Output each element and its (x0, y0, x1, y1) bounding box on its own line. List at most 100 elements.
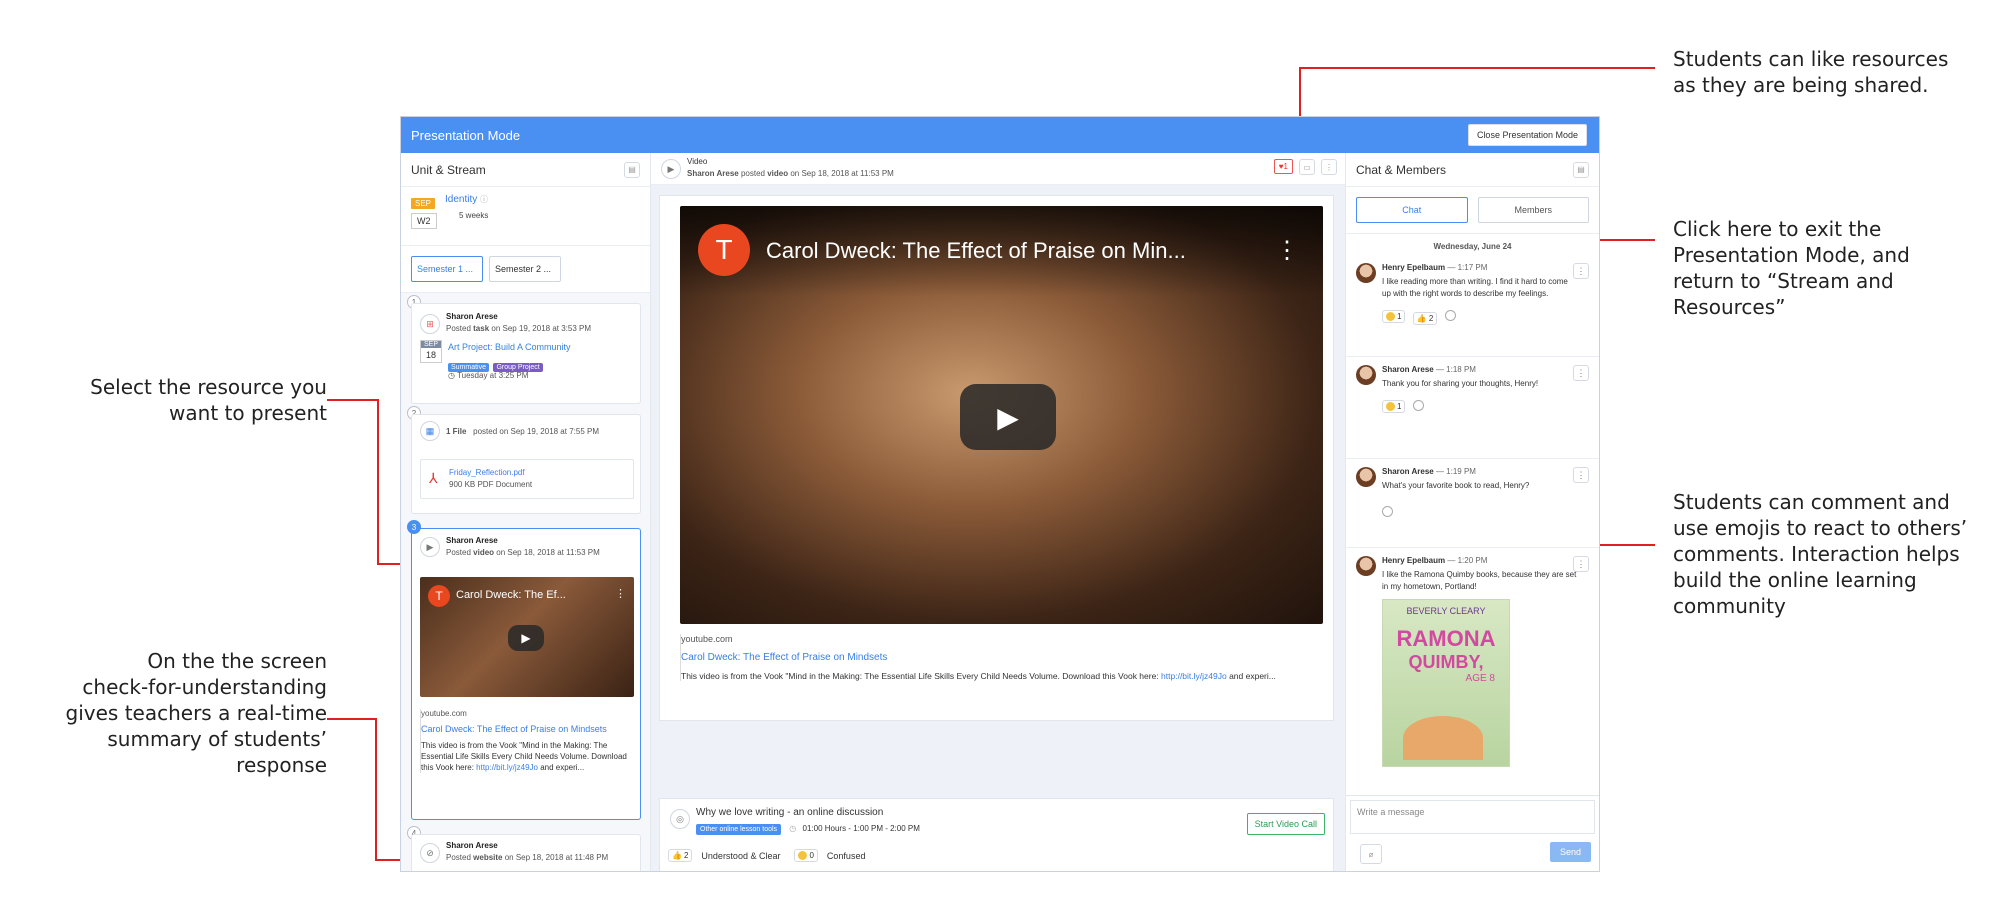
channel-avatar: T (428, 585, 450, 607)
item-number-selected: 3 (407, 520, 421, 534)
thumb-title: Carol Dweck: The Ef... (456, 589, 566, 601)
add-reaction-icon[interactable] (1444, 310, 1456, 321)
book-cover-image: BEVERLY CLEARY RAMONA QUIMBY, AGE 8 (1382, 599, 1510, 767)
start-video-call-button[interactable]: Start Video Call (1246, 813, 1325, 835)
play-icon[interactable]: ▶ (508, 625, 544, 651)
video-link[interactable]: Carol Dweck: The Effect of Praise on Min… (421, 724, 634, 735)
tab-chat[interactable]: Chat (1356, 197, 1468, 223)
message-input[interactable]: Write a message (1350, 800, 1595, 834)
understood-label: Understood & Clear (701, 850, 781, 861)
chat-message: Sharon Arese — 1:19 PM What's your favor… (1346, 459, 1599, 548)
add-reaction-icon[interactable] (1412, 400, 1424, 411)
page-title: Presentation Mode (411, 127, 521, 143)
annotation-select: Select the resource you want to present (90, 375, 327, 425)
post-meta: Posted video on Sep 18, 2018 at 11:53 PM (446, 548, 600, 557)
file-attachment[interactable]: ⅄ Friday_Reflection.pdf 900 KB PDF Docum… (420, 459, 634, 499)
close-presentation-button[interactable]: Close Presentation Mode (1467, 124, 1587, 146)
chat-message: Sharon Arese — 1:18 PM Thank you for sha… (1346, 357, 1599, 459)
like-button[interactable]: ♥1 (1273, 159, 1293, 174)
discussion-card: ◎ Why we love writing - an online discus… (659, 798, 1334, 871)
due-date-badge: SEP 18 (420, 340, 442, 363)
task-title-link[interactable]: Art Project: Build A Community (448, 342, 571, 352)
pdf-icon: ⅄ (429, 470, 438, 486)
video-description: This video is from the Vook "Mind in the… (681, 671, 1276, 681)
semester-tabs: Semester 1 ... Semester 2 ... (401, 245, 650, 293)
send-button[interactable]: Send (1549, 842, 1591, 862)
confused-label: Confused (826, 850, 866, 861)
stream-item-website[interactable]: ⊘ Sharon Arese Posted website on Sep 18,… (411, 834, 641, 871)
message-menu-icon[interactable]: ⋮ (1573, 365, 1589, 381)
kebab-icon: ⋮ (615, 588, 626, 600)
kebab-icon[interactable]: ⋮ (1275, 236, 1299, 265)
avatar (1356, 365, 1376, 385)
resource-header: ▶ Video Sharon Arese posted video on Sep… (651, 153, 1345, 185)
task-due: ◷ Tuesday at 3:25 PM (448, 371, 529, 380)
chat-message: Henry Epelbaum — 1:20 PM I like the Ramo… (1346, 548, 1599, 788)
video-description: This video is from the Vook "Mind in the… (421, 741, 627, 772)
message-menu-icon[interactable]: ⋮ (1573, 263, 1589, 279)
avatar (1356, 263, 1376, 283)
post-meta: Sharon Arese posted video on Sep 18, 201… (687, 169, 894, 178)
video-icon: ▶ (420, 537, 440, 557)
author-name: Sharon Arese (446, 312, 498, 321)
file-icon: ▦ (420, 421, 440, 441)
annotation-comment: Students can comment and use emojis to re… (1673, 490, 1968, 618)
stream-item-task[interactable]: ⊞ Sharon Arese Posted task on Sep 19, 20… (411, 303, 641, 404)
video-source: youtube.com (681, 634, 733, 644)
message-menu-icon[interactable]: ⋮ (1573, 467, 1589, 483)
video-link[interactable]: Carol Dweck: The Effect of Praise on Min… (681, 652, 1320, 663)
chat-date: Wednesday, June 24 (1433, 242, 1512, 251)
video-icon: ▶ (661, 159, 681, 179)
reaction-emoji[interactable]: 1 (1382, 400, 1406, 413)
file-name-link[interactable]: Friday_Reflection.pdf (449, 468, 525, 477)
author-name: Sharon Arese (446, 536, 498, 545)
chat-message: Henry Epelbaum — 1:17 PM I like reading … (1346, 255, 1599, 357)
top-bar: Presentation Mode Close Presentation Mod… (401, 117, 1599, 153)
presentation-panel: ▶ Video Sharon Arese posted video on Sep… (651, 153, 1346, 871)
video-source: youtube.com (421, 709, 467, 718)
stream-item-video-selected[interactable]: ▶ Sharon Arese Posted video on Sep 18, 2… (411, 528, 641, 820)
info-icon: ⓘ (480, 195, 489, 204)
post-meta: Posted task on Sep 19, 2018 at 3:53 PM (446, 324, 592, 333)
discussion-meta: Other online lesson tools ◷ 01:00 Hours … (696, 824, 920, 835)
play-icon[interactable]: ▶ (960, 384, 1056, 450)
compose-area: Write a message ⌀ Send (1346, 795, 1599, 871)
channel-avatar: T (698, 224, 750, 276)
post-meta: Posted website on Sep 18, 2018 at 11:48 … (446, 853, 609, 862)
unit-info: SEP W2 Identity ⓘ 5 weeks (401, 187, 650, 245)
reaction-thumbs[interactable]: 👍 2 (1412, 312, 1438, 325)
tab-semester-1[interactable]: Semester 1 ... (411, 256, 483, 282)
annotation-likes: Students can like resources as they are b… (1673, 47, 1949, 97)
thumbs-up-icon: 👍 (672, 851, 682, 860)
unit-name-link[interactable]: Identity (445, 194, 477, 205)
collapse-icon[interactable]: ▤ (624, 161, 640, 178)
video-thumbnail[interactable]: T Carol Dweck: The Ef... ⋮ ▶ (420, 577, 634, 697)
more-icon[interactable]: ⋮ (1321, 159, 1337, 175)
presentation-window: Presentation Mode Close Presentation Mod… (400, 116, 1600, 872)
tab-semester-2[interactable]: Semester 2 ... (489, 256, 561, 282)
collapse-icon[interactable]: ▤ (1573, 161, 1589, 178)
avatar (1356, 467, 1376, 487)
confused-count[interactable]: 0 (794, 849, 818, 862)
attach-icon[interactable]: ⌀ (1360, 844, 1382, 864)
tab-members[interactable]: Members (1477, 197, 1589, 223)
reaction-emoji[interactable]: 1 (1382, 310, 1406, 323)
discussion-icon: ◎ (670, 809, 690, 829)
video-card: T Carol Dweck: The Effect of Praise on M… (659, 195, 1334, 721)
stream-item-file[interactable]: ▦ 1 File posted on Sep 19, 2018 at 7:55 … (411, 414, 641, 514)
bike-illustration (1403, 716, 1483, 760)
chat-panel: Chat & Members ▤ Chat Members Wednesday,… (1346, 153, 1599, 871)
clock-icon: ◷ (448, 371, 455, 380)
comment-icon[interactable]: ▭ (1299, 159, 1315, 175)
annotation-check: On the the screen check-for-understanding… (65, 649, 327, 777)
unit-stream-panel: Unit & Stream ▤ SEP W2 Identity ⓘ 5 week… (401, 153, 651, 871)
discussion-title: Why we love writing - an online discussi… (696, 807, 884, 818)
panel-title: Chat & Members (1356, 162, 1447, 177)
file-meta: 900 KB PDF Document (449, 480, 533, 489)
message-menu-icon[interactable]: ⋮ (1573, 556, 1589, 572)
unit-duration: 5 weeks (459, 211, 489, 220)
add-reaction-icon[interactable] (1382, 506, 1393, 517)
video-player[interactable]: T Carol Dweck: The Effect of Praise on M… (680, 206, 1323, 624)
post-meta: 1 File posted on Sep 19, 2018 at 7:55 PM (446, 427, 599, 436)
understood-count[interactable]: 👍 2 (668, 849, 693, 862)
